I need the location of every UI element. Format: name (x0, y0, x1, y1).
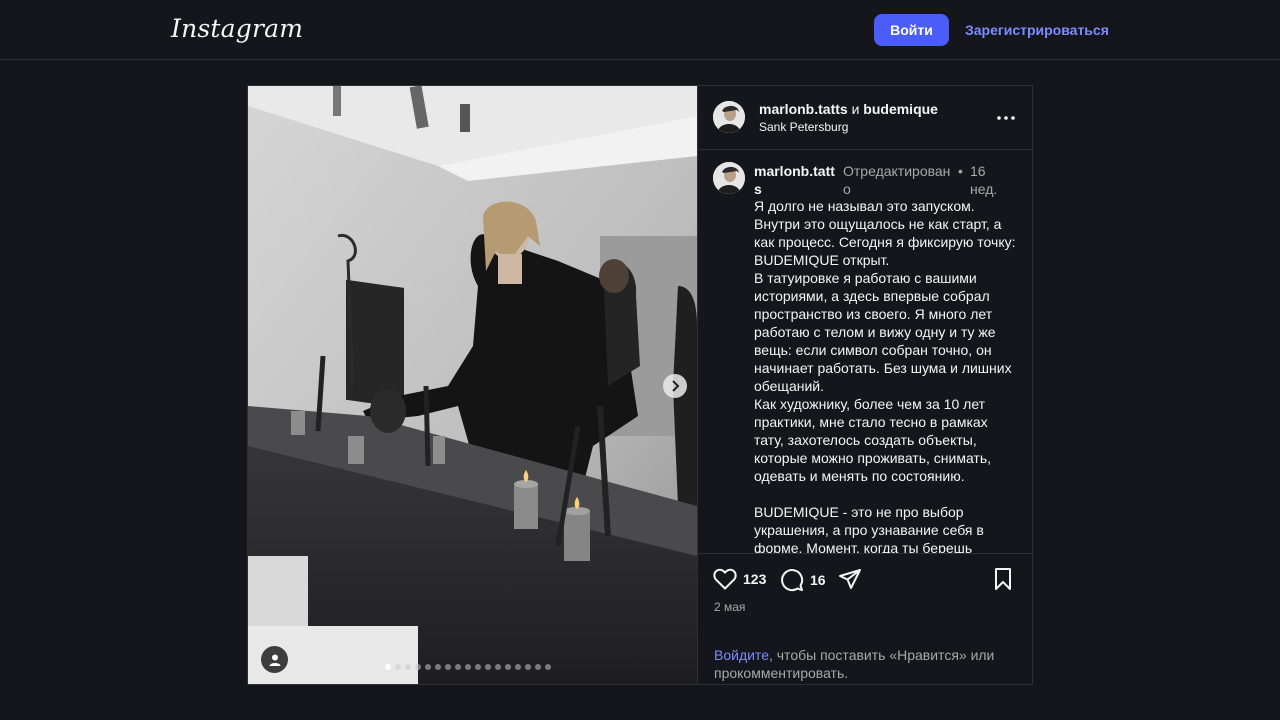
carousel-dot (475, 664, 481, 670)
likes-count: 123 (743, 571, 767, 587)
carousel-dot (445, 664, 451, 670)
avatar-image (713, 162, 745, 194)
login-prompt: Войдите, чтобы поставить «Нравится» или … (714, 646, 1019, 682)
caption-area[interactable]: marlonb.tatts Отредактировано • 16 нед. … (698, 150, 1033, 553)
top-bar: Instagram Войти Зарегистрироваться (0, 0, 1280, 60)
carousel-dot (435, 664, 441, 670)
comment-button[interactable]: 16 (780, 568, 826, 592)
login-prompt-link[interactable]: Войдите (714, 647, 769, 663)
edited-label: Отредактировано (843, 163, 951, 197)
comment-icon (781, 569, 804, 592)
author-avatar[interactable] (713, 101, 745, 133)
more-horizontal-icon (997, 116, 1015, 120)
carousel-dot (395, 664, 401, 670)
share-button[interactable] (838, 568, 862, 590)
post-photo[interactable] (248, 86, 697, 684)
carousel-dot (385, 664, 391, 670)
user-tag-button[interactable] (261, 646, 288, 673)
save-button[interactable] (994, 568, 1012, 590)
post-authors: marlonb.tatts и budemique (759, 101, 938, 117)
comments-count: 16 (810, 572, 826, 588)
post-date[interactable]: 2 мая (714, 600, 745, 614)
signup-link[interactable]: Зарегистрироваться (965, 22, 1109, 38)
author-link-1[interactable]: marlonb.tatts (759, 101, 848, 117)
share-icon (839, 569, 861, 589)
carousel-dot (455, 664, 461, 670)
post-photo-image (248, 86, 697, 684)
avatar-image (713, 101, 745, 133)
post-header: marlonb.tatts и budemique Sank Petersbur… (698, 86, 1033, 150)
carousel-dot (425, 664, 431, 670)
carousel-dot (545, 664, 551, 670)
post-card: marlonb.tatts и budemique Sank Petersbur… (247, 85, 1033, 685)
carousel-dot (525, 664, 531, 670)
bookmark-icon (995, 568, 1011, 590)
carousel-dot (495, 664, 501, 670)
caption-text: Я долго не называл это запуском. Внутри … (754, 198, 1016, 553)
carousel-dot (485, 664, 491, 670)
user-tag-icon (269, 654, 280, 666)
carousel-dot (515, 664, 521, 670)
caption-username[interactable]: marlonb.tatts (754, 162, 842, 198)
caption-avatar[interactable] (713, 162, 745, 194)
author-link-2[interactable]: budemique (863, 101, 938, 117)
more-options-button[interactable] (994, 110, 1018, 126)
instagram-logo[interactable]: Instagram (171, 14, 303, 43)
carousel-dot (505, 664, 511, 670)
carousel-dot (535, 664, 541, 670)
post-sidebar: marlonb.tatts и budemique Sank Petersbur… (697, 86, 1033, 684)
chevron-right-icon (672, 380, 680, 392)
login-button[interactable]: Войти (874, 14, 949, 46)
caption-time[interactable]: 16 нед. (970, 162, 1010, 198)
carousel-indicator (385, 664, 551, 670)
heart-icon (713, 568, 737, 590)
post-actions: 123 16 2 мая Войдите, чтобы поставить «Н… (698, 553, 1033, 684)
authors-conjunction: и (851, 101, 860, 117)
next-photo-button[interactable] (663, 374, 687, 398)
carousel-dot (465, 664, 471, 670)
meta-separator: • (958, 163, 963, 179)
carousel-dot (405, 664, 411, 670)
like-button[interactable]: 123 (713, 568, 766, 590)
carousel-dot (415, 664, 421, 670)
post-location[interactable]: Sank Petersburg (759, 120, 848, 134)
